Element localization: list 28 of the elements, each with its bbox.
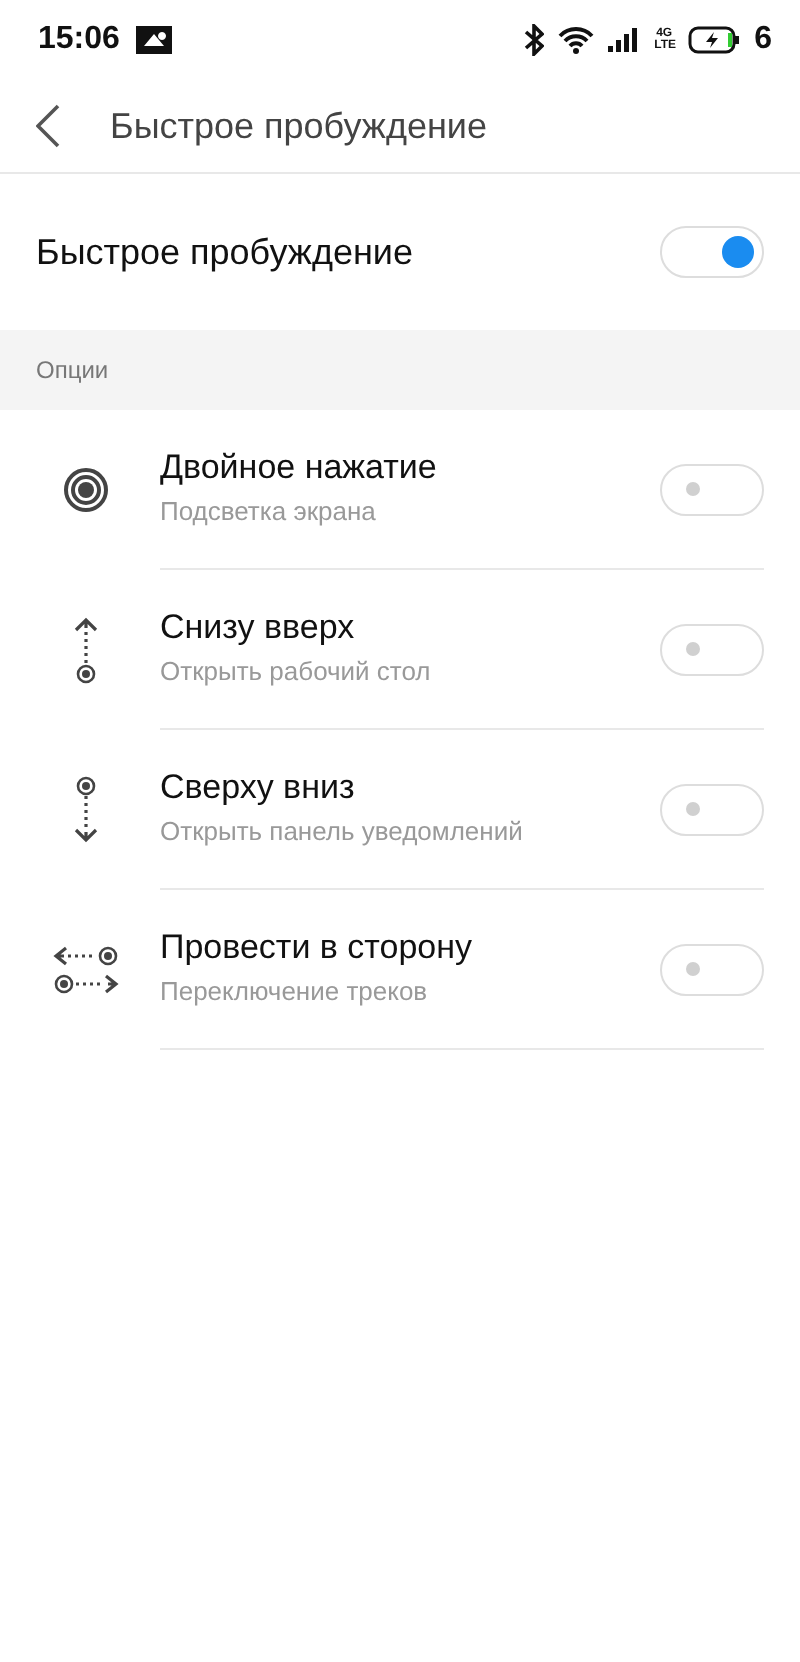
swipe-sideways-icon: [52, 944, 120, 996]
section-title: Опции: [36, 356, 109, 384]
page-title: Быстрое пробуждение: [110, 105, 487, 147]
toggle-switch[interactable]: [660, 226, 764, 278]
bluetooth-icon: [524, 24, 545, 56]
signal-icon: [608, 28, 641, 52]
arrow-up-icon: [72, 616, 100, 684]
toggle-switch[interactable]: [660, 783, 764, 835]
toggle-switch[interactable]: [660, 623, 764, 675]
toggle-switch[interactable]: [660, 943, 764, 995]
arrow-down-icon: [72, 776, 100, 844]
option-title: Сверху вниз: [160, 768, 357, 808]
toggle-switch[interactable]: [660, 463, 764, 515]
option-title: Снизу вверх: [160, 608, 357, 648]
option-description: Открыть панель уведомлений: [160, 816, 523, 846]
option-title: Двойное нажатие: [160, 448, 437, 488]
option-description: Подсветка экрана: [160, 496, 378, 526]
battery-charging-icon: [688, 26, 741, 54]
picture-icon: [135, 26, 172, 54]
back-button[interactable]: [36, 104, 64, 148]
battery-level: 6: [754, 22, 772, 58]
setting-label: Быстрое пробуждение: [36, 231, 413, 273]
option-title: Провести в сторону: [160, 928, 473, 968]
option-description: Переключение треков: [160, 976, 430, 1006]
option-description: Открыть рабочий стол: [160, 656, 431, 686]
clock: 15:06: [38, 22, 120, 58]
target-icon: [62, 466, 110, 514]
wifi-icon: [558, 26, 595, 54]
